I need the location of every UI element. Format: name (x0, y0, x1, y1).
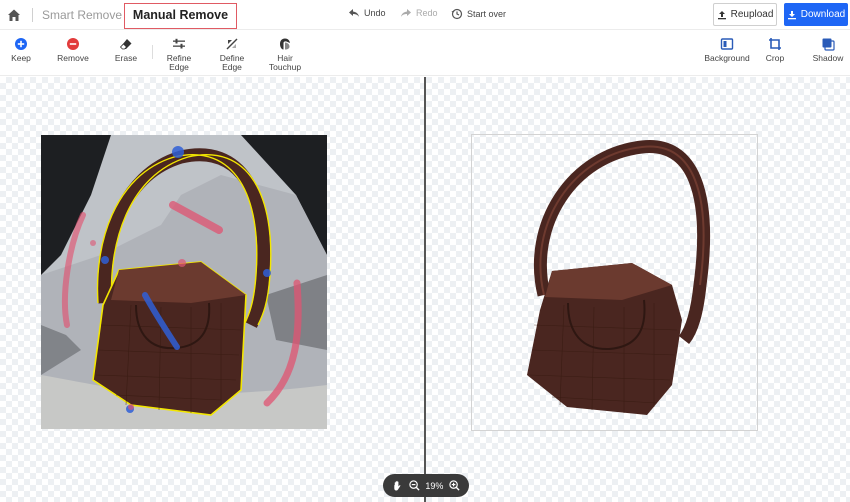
refine-edge-label: Refine Edge (166, 53, 192, 72)
tab-smart-remove[interactable]: Smart Remove (42, 8, 122, 22)
remove-tool[interactable]: Remove (51, 37, 95, 63)
erase-label: Erase (114, 53, 138, 63)
hand-icon (394, 480, 401, 491)
redo-button[interactable]: Redo (400, 8, 438, 18)
zoom-out-icon (408, 480, 420, 491)
define-edge-tool[interactable]: Define Edge (210, 37, 254, 72)
undo-icon (349, 9, 359, 17)
zoom-level: 19% (425, 480, 444, 491)
shadow-tool[interactable]: Shadow (806, 37, 850, 63)
zoom-out-button[interactable] (408, 480, 420, 491)
start-over-label: Start over (467, 9, 507, 19)
keep-tool[interactable]: Keep (0, 37, 43, 63)
history-icon (451, 8, 463, 20)
remove-label: Remove (57, 53, 89, 63)
cutout-bag-drawing (527, 140, 711, 415)
zoom-in-button[interactable] (449, 480, 460, 491)
define-edge-label: Define Edge (219, 53, 245, 72)
background-label: Background (704, 53, 750, 63)
tool-bar: Keep Remove Erase Refine Edge Define Edg… (0, 30, 850, 76)
crop-tool[interactable]: Crop (753, 37, 797, 63)
crop-label: Crop (765, 53, 785, 63)
redo-label: Redo (416, 8, 438, 18)
zoom-in-icon (449, 480, 460, 491)
start-over-button[interactable]: Start over (451, 8, 506, 20)
undo-button[interactable]: Undo (348, 8, 386, 18)
download-icon (787, 10, 796, 19)
shadow-icon (822, 38, 835, 51)
crop-icon (769, 38, 781, 50)
background-tool[interactable]: Background (703, 37, 751, 63)
toolbar-divider (152, 45, 153, 59)
eraser-icon (119, 39, 132, 50)
download-label: Download (800, 9, 846, 20)
shadow-label: Shadow (812, 53, 844, 63)
hair-icon (280, 38, 290, 50)
undo-label: Undo (364, 8, 386, 18)
download-button[interactable]: Download (784, 3, 848, 26)
divider (32, 8, 33, 22)
edge-icon (226, 38, 238, 50)
hair-touchup-tool[interactable]: Hair Touchup (263, 37, 307, 72)
upload-icon (717, 10, 726, 19)
plus-circle-icon (15, 38, 27, 50)
redo-icon (401, 9, 411, 17)
result-preview[interactable] (471, 134, 758, 431)
keep-label: Keep (11, 53, 31, 63)
compare-divider[interactable] (424, 77, 426, 502)
hand-tool-button[interactable] (392, 480, 403, 491)
tab-manual-remove[interactable]: Manual Remove (124, 3, 237, 29)
erase-tool[interactable]: Erase (104, 37, 148, 63)
hair-touchup-label: Hair Touchup (268, 53, 302, 72)
minus-circle-icon (67, 38, 79, 50)
top-bar: Smart Remove Manual Remove Undo Redo Sta… (0, 0, 850, 30)
original-photo-drawing (41, 135, 327, 429)
reupload-label: Reupload (730, 9, 774, 20)
reupload-button[interactable]: Reupload (713, 3, 777, 26)
sliders-icon (173, 38, 185, 49)
zoom-control: 19% (383, 474, 469, 497)
home-icon[interactable] (6, 7, 22, 23)
original-image[interactable] (41, 135, 327, 429)
refine-edge-tool[interactable]: Refine Edge (157, 37, 201, 72)
background-icon (720, 38, 734, 50)
